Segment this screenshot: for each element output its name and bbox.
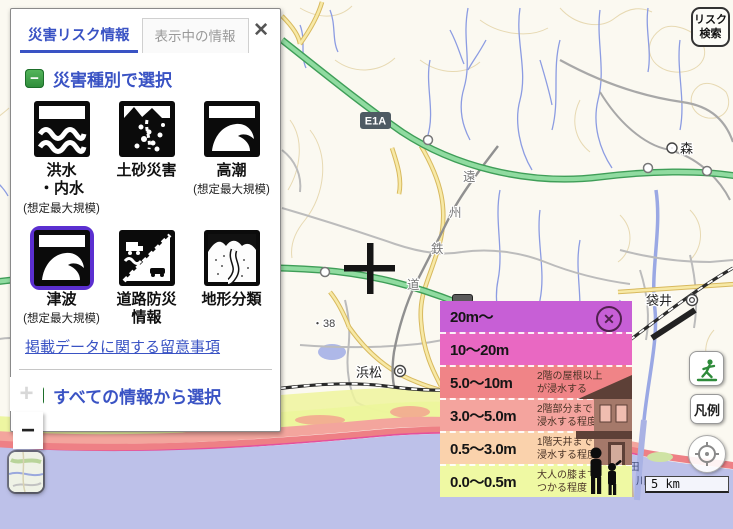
- locate-icon: [693, 440, 721, 468]
- disaster-type-label: 高潮: [216, 162, 246, 180]
- disaster-type-label: 土砂災害: [116, 162, 176, 180]
- disaster-type-label: 津波: [46, 291, 76, 309]
- legend-desc: 2階部分まで 浸水する程度: [537, 403, 597, 429]
- railway-char: 道: [407, 278, 420, 292]
- town-symbol-dot: [670, 146, 673, 149]
- legend-close-icon[interactable]: ✕: [596, 306, 622, 332]
- data-notice-link[interactable]: 掲載データに関する留意事項: [25, 336, 220, 357]
- legend-row: 20m～ ✕: [440, 301, 632, 332]
- disaster-type-grid: 洪水 ・内水 (想定最大規模) 土砂災害: [11, 97, 280, 328]
- legend-row: 3.0～5.0m 2階部分まで 浸水する程度: [440, 398, 632, 431]
- panel-tabbar: 災害リスク情報 表示中の情報 ✕: [11, 9, 280, 53]
- legend-row: 5.0～10m 2階の屋根以上 が浸水する: [440, 365, 632, 398]
- landform-icon: [200, 226, 264, 290]
- disaster-type-label: 地形分類: [201, 291, 261, 309]
- scale-label: 5 km: [651, 477, 680, 491]
- road-hazard-icon: [115, 226, 179, 290]
- railway-char: 鉄: [431, 241, 444, 256]
- railway-char: 遠: [463, 170, 476, 184]
- legend-range: 10～20m: [450, 339, 537, 360]
- minimap-thumbnail: [9, 452, 43, 492]
- risk-search-button[interactable]: リスク 検索: [691, 7, 730, 47]
- legend-range: 20m～: [450, 306, 537, 327]
- disaster-type-label: 道路防災 情報: [116, 291, 176, 328]
- city-symbol: [687, 295, 698, 306]
- disaster-type-note: (想定最大規模): [23, 310, 100, 326]
- legend-row: 0.0～0.5m 大人の膝まで つかる程度: [440, 464, 632, 497]
- hazard-map-app: E1A 森 袋井 浜松 ・38 遠 州 鉄 道 太 田 川: [0, 0, 733, 529]
- vegetation: [647, 452, 673, 462]
- disaster-type-label: 洪水 ・内水: [39, 162, 84, 199]
- legend-desc: 2階の屋根以上 が浸水する: [537, 370, 603, 396]
- all-info-section-header: ＋ すべての情報から選択: [25, 383, 280, 408]
- disaster-type-note: (想定最大規模): [23, 200, 100, 216]
- storm-surge-icon: [200, 97, 264, 161]
- tsunami-icon: [30, 226, 94, 290]
- tab-disaster-risk-info[interactable]: 災害リスク情報: [20, 19, 138, 53]
- legend-range: 3.0～5.0m: [450, 405, 537, 426]
- disaster-type-landform[interactable]: 地形分類: [189, 226, 274, 329]
- tsunami-evacuation-button[interactable]: [689, 351, 724, 386]
- disaster-type-road-hazard[interactable]: 道路防災 情報: [104, 226, 189, 329]
- railway-char: 州: [449, 206, 462, 220]
- all-info-section-title: すべての情報から選択: [53, 383, 221, 408]
- town-label-fukuroi: 袋井: [646, 293, 672, 308]
- tab-displayed-info[interactable]: 表示中の情報: [142, 18, 249, 53]
- disaster-type-storm-surge[interactable]: 高潮 (想定最大規模): [189, 97, 274, 216]
- legend-range: 5.0～10m: [450, 372, 537, 393]
- disaster-section-header: − 災害種別で選択: [25, 66, 280, 91]
- landslide-icon: [115, 97, 179, 161]
- disaster-section-title: 災害種別で選択: [53, 66, 172, 91]
- legend-range: 0.0～0.5m: [450, 471, 537, 492]
- legend-range: 0.5～3.0m: [450, 438, 537, 459]
- panel-close-icon[interactable]: ✕: [253, 21, 269, 40]
- legend-desc: 1階天井まで 浸水する程度: [537, 436, 597, 462]
- zoom-out-button[interactable]: −: [13, 412, 43, 449]
- legend-desc: 大人の膝まで つかる程度: [537, 469, 597, 495]
- tsunami-depth-legend: 20m～ ✕ 10～20m 5.0～10m 2階の屋根以上 が浸水する 3.0～…: [440, 301, 632, 497]
- expressway-badge-label: E1A: [365, 116, 386, 128]
- expressway-badge: E1A: [360, 112, 391, 129]
- current-location-button[interactable]: [688, 435, 726, 473]
- legend-toggle-button[interactable]: 凡例: [690, 394, 724, 424]
- legend-row: 10～20m: [440, 332, 632, 365]
- zoom-in-button[interactable]: +: [10, 377, 43, 411]
- city-label-hamamatsu: 浜松: [356, 365, 382, 380]
- spot-elevation-label: ・38: [312, 318, 335, 330]
- panel-divider: [19, 369, 272, 370]
- map-scale-bar: 5 km: [645, 476, 729, 493]
- legend-row: 0.5～3.0m 1階天井まで 浸水する程度: [440, 431, 632, 464]
- overview-minimap-button[interactable]: [9, 452, 43, 492]
- city-symbol: [395, 366, 406, 377]
- disaster-type-landslide[interactable]: 土砂災害: [104, 97, 189, 216]
- disaster-risk-panel: 災害リスク情報 表示中の情報 ✕ − 災害種別で選択 洪水 ・内水 (想定最大規…: [10, 8, 281, 432]
- disaster-type-note: (想定最大規模): [193, 181, 270, 197]
- town-label-mori: 森: [680, 141, 693, 156]
- flood-icon: [30, 97, 94, 161]
- disaster-type-flood[interactable]: 洪水 ・内水 (想定最大規模): [19, 97, 104, 216]
- runner-icon: [693, 355, 721, 383]
- disaster-type-tsunami[interactable]: 津波 (想定最大規模): [19, 226, 104, 329]
- collapse-minus-icon[interactable]: −: [25, 69, 44, 88]
